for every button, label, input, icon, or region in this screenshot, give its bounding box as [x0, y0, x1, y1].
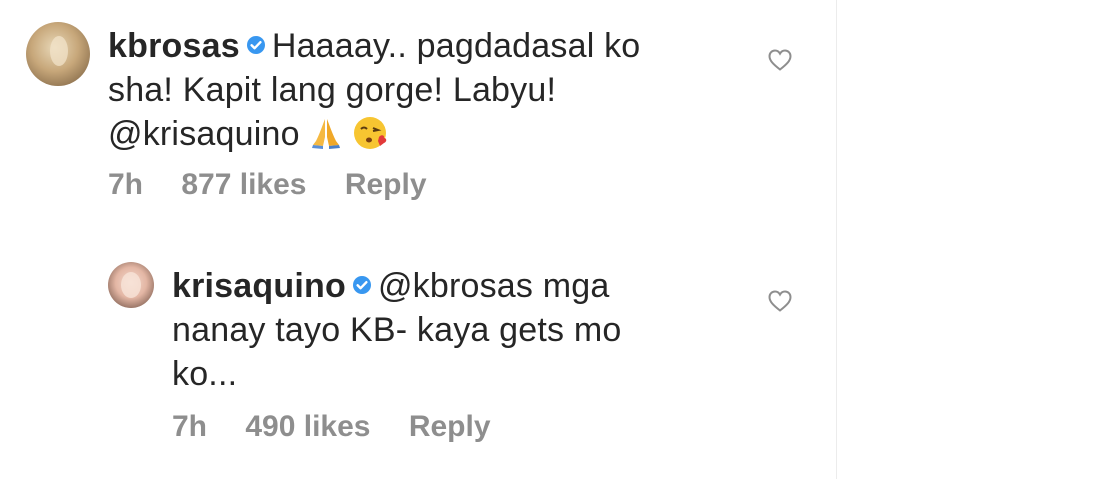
avatar-face [50, 36, 68, 66]
comment-text: krisaquino @kbrosas mga nanay tayo KB- ka… [172, 264, 772, 396]
panel-divider [836, 0, 837, 479]
likes-count[interactable]: 877 likes [181, 168, 306, 201]
comments-screenshot: kbrosas Haaaay.. pagdadasal ko sha! Kapit… [0, 0, 1120, 479]
avatar[interactable] [26, 22, 90, 86]
heart-outline-icon[interactable] [767, 289, 793, 313]
mention-link[interactable]: @krisaquino [108, 115, 300, 153]
avatar-face [121, 272, 141, 298]
username[interactable]: krisaquino [172, 267, 346, 305]
username[interactable]: kbrosas [108, 27, 240, 65]
face-blowing-kiss-emoji [353, 117, 386, 149]
comment-text-line: Haaaay.. pagdadasal ko [271, 27, 641, 65]
comment-meta: 7h 490 likes Reply [172, 410, 521, 444]
timestamp: 7h [172, 410, 208, 443]
comment-text-line: nanay tayo KB- kaya gets mo [172, 311, 622, 349]
comment-text-line: mga [542, 267, 610, 305]
heart-outline-icon[interactable] [767, 48, 793, 72]
reply-button[interactable]: Reply [409, 410, 491, 443]
comment-line-1: krisaquino @kbrosas mga [172, 264, 772, 308]
mention-link[interactable]: @kbrosas [378, 267, 533, 305]
comment-line-1: kbrosas Haaaay.. pagdadasal ko [108, 24, 748, 68]
comment-text: kbrosas Haaaay.. pagdadasal ko sha! Kapit… [108, 24, 748, 156]
comment-meta: 7h 877 likes Reply [108, 168, 457, 202]
avatar[interactable] [108, 262, 154, 308]
comment-line-3: @krisaquino [108, 112, 748, 156]
verified-badge-icon [352, 276, 371, 294]
timestamp: 7h [108, 168, 144, 201]
praying-hands-emoji [311, 119, 340, 149]
reply-button[interactable]: Reply [345, 168, 427, 201]
likes-count[interactable]: 490 likes [245, 410, 370, 443]
comment-text-line: ko... [172, 355, 238, 393]
verified-badge-icon [246, 36, 265, 54]
comment-text-line: sha! Kapit lang gorge! Labyu! [108, 71, 557, 109]
